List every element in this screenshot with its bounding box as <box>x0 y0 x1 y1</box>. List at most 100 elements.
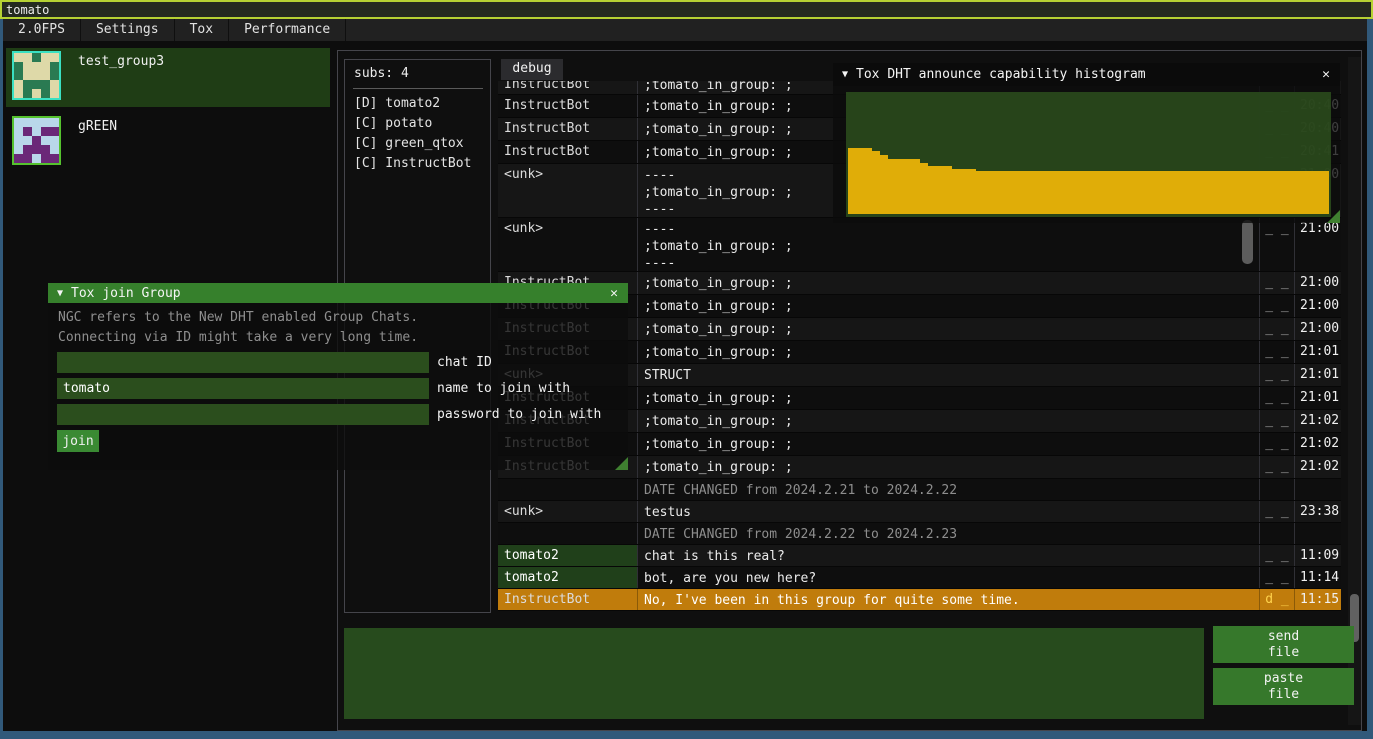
message-status: _ _ <box>1260 218 1295 271</box>
histogram-bar <box>936 166 944 214</box>
menu-item-settings[interactable]: Settings <box>81 19 175 41</box>
histogram-bar <box>1096 171 1104 214</box>
avatar-pixel <box>14 118 23 127</box>
message-time: 11:09 <box>1295 545 1341 566</box>
message-text: ;tomato_in_group: ; <box>638 387 1260 409</box>
avatar-pixel <box>41 62 50 71</box>
message-input[interactable] <box>344 628 1204 719</box>
histogram-window-titlebar[interactable]: ▼ Tox DHT announce capability histogram … <box>833 63 1340 86</box>
close-icon[interactable]: ✕ <box>610 286 618 301</box>
resize-grip[interactable] <box>1327 210 1340 223</box>
histogram-bar <box>1040 171 1048 214</box>
histogram-bar <box>1008 171 1016 214</box>
histogram-bar <box>864 148 872 214</box>
sidebar-group-gREEN[interactable]: gREEN <box>6 113 330 172</box>
avatar-pixel <box>32 80 41 89</box>
avatar-pixel <box>32 154 41 163</box>
message-author: tomato2 <box>498 567 638 588</box>
avatar-pixel <box>50 53 59 62</box>
avatar-pixel <box>14 145 23 154</box>
message-author <box>498 523 638 544</box>
message-author: tomato2 <box>498 545 638 566</box>
histogram-bar <box>1305 171 1313 214</box>
sidebar-group-test_group3[interactable]: test_group3 <box>6 48 330 107</box>
message-time: 21:01 <box>1295 341 1341 363</box>
close-icon[interactable]: ✕ <box>1322 67 1330 82</box>
chat-message-row: <unk>---- ;tomato_in_group: ; ----_ _21:… <box>498 218 1341 272</box>
message-author: <unk> <box>498 164 638 217</box>
avatar-pixel <box>23 89 32 98</box>
avatar-pixel <box>41 145 50 154</box>
send-file-button[interactable]: send file <box>1213 626 1354 663</box>
histogram-bar <box>1289 171 1297 214</box>
join-dialog-title: Tox join Group <box>71 286 181 301</box>
message-status: _ _ <box>1260 545 1295 566</box>
histogram-bar <box>856 148 864 214</box>
join-button[interactable]: join <box>57 430 99 452</box>
histogram-bar <box>1209 171 1217 214</box>
message-status: _ _ <box>1260 318 1295 340</box>
group-avatar <box>12 51 61 100</box>
chat-id-input[interactable] <box>57 352 429 373</box>
avatar-pixel <box>50 127 59 136</box>
avatar-pixel <box>32 89 41 98</box>
join-name-label: name to join with <box>437 378 570 399</box>
resize-grip[interactable] <box>615 457 628 470</box>
menu-item-performance[interactable]: Performance <box>229 19 346 41</box>
avatar-pixel <box>14 80 23 89</box>
tab-debug[interactable]: debug <box>501 59 563 80</box>
histogram-bar <box>888 159 896 214</box>
join-dialog-body: NGC refers to the New DHT enabled Group … <box>48 303 628 470</box>
message-status: _ _ <box>1260 364 1295 386</box>
menu-item-2-0fps[interactable]: 2.0FPS <box>3 19 81 41</box>
join-name-input[interactable] <box>57 378 429 399</box>
window-scrollbar[interactable] <box>1348 57 1361 725</box>
menu-item-tox[interactable]: Tox <box>175 19 229 41</box>
message-status: _ _ <box>1260 341 1295 363</box>
message-author: <unk> <box>498 501 638 522</box>
join-dialog-titlebar[interactable]: ▼ Tox join Group ✕ <box>48 283 628 303</box>
collapse-icon[interactable]: ▼ <box>842 69 848 80</box>
join-password-input[interactable] <box>57 404 429 425</box>
histogram-bar <box>1201 171 1209 214</box>
paste-file-button[interactable]: paste file <box>1213 668 1354 705</box>
window-title: tomato <box>6 3 49 17</box>
message-time: 21:02 <box>1295 456 1341 478</box>
chat-message-row: tomato2chat is this real?_ _11:09 <box>498 545 1341 567</box>
avatar-pixel <box>23 127 32 136</box>
histogram-window-title: Tox DHT announce capability histogram <box>856 67 1146 82</box>
message-time: 21:00 <box>1295 218 1341 271</box>
avatar-pixel <box>23 136 32 145</box>
avatar-pixel <box>23 154 32 163</box>
collapse-icon[interactable]: ▼ <box>57 288 63 299</box>
histogram-bar <box>1137 171 1145 214</box>
avatar-pixel <box>14 89 23 98</box>
message-text: ;tomato_in_group: ; <box>638 456 1260 478</box>
message-author: InstructBot <box>498 589 638 610</box>
histogram-window: ▼ Tox DHT announce capability histogram … <box>833 63 1340 223</box>
message-status: _ _ <box>1260 272 1295 294</box>
subs-member-green_qtox[interactable]: [C] green_qtox <box>354 134 471 154</box>
message-text: bot, are you new here? <box>638 567 1260 588</box>
avatar-pixel <box>32 145 41 154</box>
join-dialog-description: NGC refers to the New DHT enabled Group … <box>58 310 418 325</box>
message-author: InstructBot <box>498 141 638 163</box>
subs-member-potato[interactable]: [C] potato <box>354 114 471 134</box>
window-titlebar: tomato <box>0 0 1373 19</box>
subs-member-tomato2[interactable]: [D] tomato2 <box>354 94 471 114</box>
message-time: 11:15 <box>1295 589 1341 610</box>
message-author: InstructBot <box>498 81 638 94</box>
chat-scrollbar-thumb[interactable] <box>1242 220 1253 264</box>
avatar-pixel <box>50 118 59 127</box>
histogram-bar <box>1177 171 1185 214</box>
histogram-bar <box>952 169 960 214</box>
histogram-bar <box>1217 171 1225 214</box>
message-status <box>1260 479 1295 500</box>
histogram-bar <box>1129 171 1137 214</box>
histogram-bar <box>1064 171 1072 214</box>
subs-member-InstructBot[interactable]: [C] InstructBot <box>354 154 471 174</box>
histogram-bar <box>968 169 976 214</box>
app-window: tomato 2.0FPSSettingsToxPerformance test… <box>0 0 1373 739</box>
histogram-bar <box>912 159 920 214</box>
message-status: _ _ <box>1260 410 1295 432</box>
